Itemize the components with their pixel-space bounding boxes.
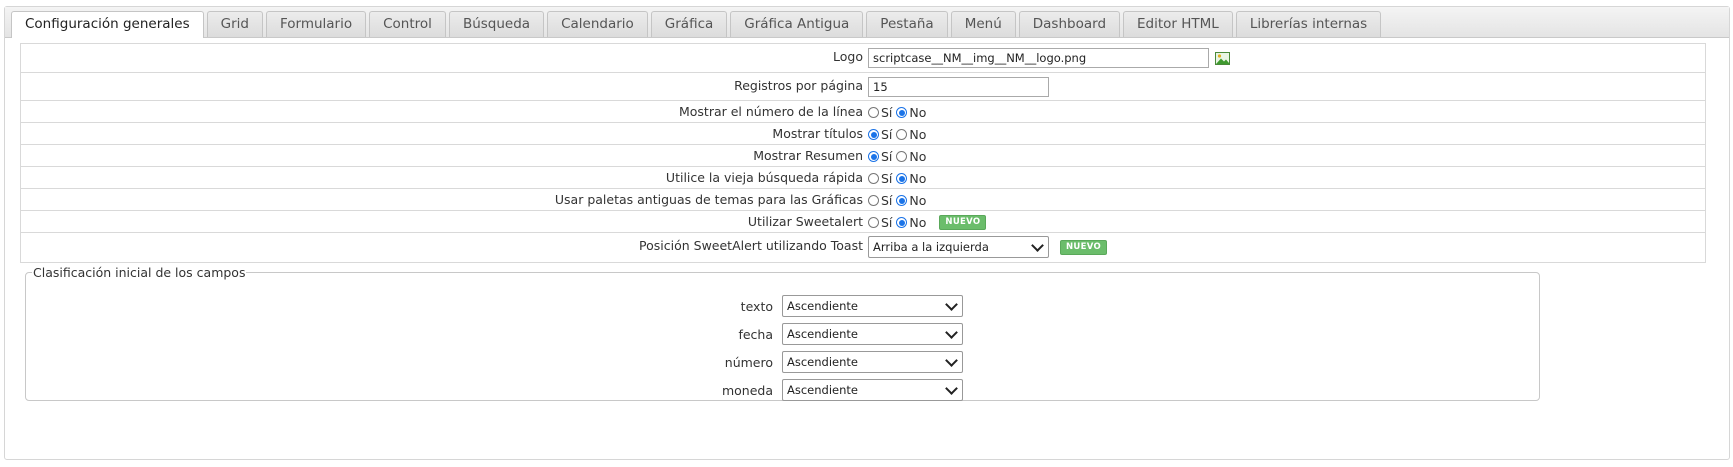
option-label: Utilice la vieja búsqueda rápida (665, 170, 863, 185)
tab-dashboard[interactable]: Dashboard (1018, 11, 1121, 37)
option-label: Mostrar el número de la línea (678, 104, 863, 119)
radio-yes[interactable] (868, 129, 879, 140)
row-mostrar-titulos: Mostrar títulos Sí No (21, 123, 1705, 145)
radio-no[interactable] (896, 107, 908, 118)
tab-librerias-internas[interactable]: Librerías internas (1235, 11, 1382, 37)
radio-no-label: No (909, 215, 927, 230)
sort-row: fecha Ascendiente (26, 323, 1539, 347)
tab-configuracion-generales[interactable]: Configuración generales (11, 11, 204, 38)
radio-no-label: No (909, 193, 927, 208)
radio-yes-label: Sí (881, 105, 893, 120)
tab-control[interactable]: Control (369, 11, 446, 37)
sort-order-value: Ascendiente (787, 383, 858, 397)
sort-order-select[interactable]: Ascendiente (782, 295, 963, 317)
image-picker-icon[interactable] (1215, 51, 1230, 65)
logo-input[interactable] (868, 48, 1209, 68)
radio-yes-label: Sí (881, 171, 893, 186)
radio-yes[interactable] (868, 173, 879, 184)
radio-no[interactable] (896, 217, 908, 228)
row-utilizar-sweetalert: Utilizar Sweetalert Sí No NUEVO (21, 211, 1705, 233)
radio-yes-label: Sí (881, 215, 893, 230)
radio-yes-label: Sí (881, 149, 893, 164)
sort-row: número Ascendiente (26, 351, 1539, 375)
tab-bar: Configuración generales Grid Formulario … (5, 7, 1729, 38)
tab-pestana[interactable]: Pestaña (866, 11, 948, 37)
logo-label: Logo (833, 49, 863, 64)
tab-calendario[interactable]: Calendario (547, 11, 648, 37)
radio-no[interactable] (896, 195, 908, 206)
radio-yes[interactable] (868, 195, 879, 206)
toast-position-select[interactable]: Arriba a la izquierda (868, 236, 1049, 258)
new-badge: NUEVO (1060, 239, 1107, 255)
tab-menu[interactable]: Menú (950, 11, 1016, 37)
chevron-down-icon (1031, 238, 1044, 252)
sort-field-label: fecha (738, 327, 773, 342)
tab-grid[interactable]: Grid (206, 11, 263, 37)
sort-order-select[interactable]: Ascendiente (782, 351, 963, 373)
radio-yes-label: Sí (881, 193, 893, 208)
radio-no-label: No (909, 171, 927, 186)
row-mostrar-el-numero-de-la-linea: Mostrar el número de la línea Sí No (21, 101, 1705, 123)
chevron-down-icon (945, 353, 958, 367)
radio-yes-label: Sí (881, 127, 893, 142)
row-usar-paletas-antiguas-de-temas-para-las-graficas: Usar paletas antiguas de temas para las … (21, 189, 1705, 211)
initial-sort-fieldset: Clasificación inicial de los campos text… (25, 265, 1540, 401)
tab-editor-html[interactable]: Editor HTML (1123, 11, 1233, 37)
radio-no[interactable] (896, 129, 908, 140)
radio-no-label: No (909, 127, 927, 142)
sort-field-label: texto (740, 299, 773, 314)
sort-order-select[interactable]: Ascendiente (782, 379, 963, 401)
tab-grafica[interactable]: Gráfica (650, 11, 728, 37)
tab-formulario[interactable]: Formulario (265, 11, 367, 37)
row-logo: Logo (21, 44, 1705, 73)
row-toast-position: Posición SweetAlert utilizando Toast Arr… (21, 233, 1705, 263)
option-label: Usar paletas antiguas de temas para las … (554, 192, 863, 207)
sort-order-value: Ascendiente (787, 355, 858, 369)
sort-order-value: Ascendiente (787, 299, 858, 313)
new-badge: NUEVO (939, 215, 987, 230)
toast-position-value: Arriba a la izquierda (873, 240, 989, 254)
radio-no[interactable] (896, 151, 908, 162)
sort-field-label: moneda (721, 383, 773, 398)
row-mostrar-resumen: Mostrar Resumen Sí No (21, 145, 1705, 167)
sort-row: moneda Ascendiente (26, 379, 1539, 403)
radio-yes[interactable] (868, 217, 879, 228)
radio-no-label: No (909, 149, 927, 164)
initial-sort-legend: Clasificación inicial de los campos (33, 265, 246, 280)
option-label: Utilizar Sweetalert (747, 214, 863, 229)
radio-no[interactable] (896, 173, 908, 184)
radio-yes[interactable] (868, 151, 879, 162)
chevron-down-icon (945, 325, 958, 339)
radio-no-label: No (909, 105, 927, 120)
tab-busqueda[interactable]: Búsqueda (448, 11, 545, 37)
option-label: Mostrar títulos (772, 126, 863, 141)
toast-label: Posición SweetAlert utilizando Toast (639, 238, 863, 253)
sort-field-label: número (724, 355, 773, 370)
chevron-down-icon (945, 381, 958, 395)
registros-label: Registros por página (734, 78, 863, 93)
row-registros: Registros por página (21, 73, 1705, 101)
settings-form: Logo Registros por página Mostrar el núm… (20, 43, 1706, 263)
sort-row: texto Ascendiente (26, 295, 1539, 319)
sort-order-value: Ascendiente (787, 327, 858, 341)
registros-input[interactable] (868, 77, 1049, 97)
row-utilice-la-vieja-busqueda-rapida: Utilice la vieja búsqueda rápida Sí No (21, 167, 1705, 189)
sort-order-select[interactable]: Ascendiente (782, 323, 963, 345)
tab-grafica-antigua[interactable]: Gráfica Antigua (730, 11, 864, 37)
option-label: Mostrar Resumen (753, 148, 863, 163)
radio-yes[interactable] (868, 107, 879, 118)
chevron-down-icon (945, 297, 958, 311)
